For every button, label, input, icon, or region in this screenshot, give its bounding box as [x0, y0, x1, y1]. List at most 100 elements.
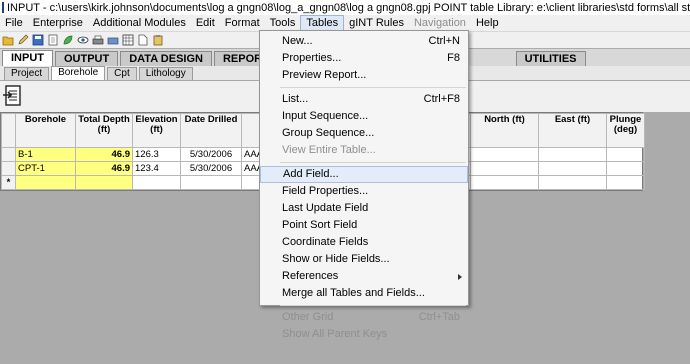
- print-icon[interactable]: [92, 34, 104, 46]
- column-header-east[interactable]: East (ft): [538, 113, 607, 148]
- save-icon[interactable]: [32, 34, 44, 46]
- cell-borehole[interactable]: B-1: [15, 147, 76, 162]
- edit-icon[interactable]: [17, 34, 29, 46]
- view-icon[interactable]: [77, 34, 89, 46]
- tab-output[interactable]: OUTPUT: [55, 51, 119, 66]
- window-title: INPUT - c:\users\kirk.johnson\documents\…: [7, 1, 690, 14]
- menu-gint-rules[interactable]: gINT Rules: [344, 15, 409, 31]
- menu-item-coordinate-fields[interactable]: Coordinate Fields: [260, 234, 468, 251]
- new-row-marker[interactable]: *: [1, 175, 16, 190]
- menu-item-shortcut: Ctrl+N: [428, 35, 460, 47]
- menu-item-list[interactable]: List... Ctrl+F8: [260, 91, 468, 108]
- open-folder-icon[interactable]: [2, 34, 14, 46]
- menu-item-label: View Entire Table...: [282, 144, 376, 156]
- menu-item-label: Group Sequence...: [282, 127, 375, 139]
- cell-north[interactable]: [470, 175, 539, 190]
- paste-icon[interactable]: [152, 34, 164, 46]
- menu-item-label: Point Sort Field: [282, 219, 358, 231]
- tab-utilities[interactable]: UTILITIES: [515, 51, 586, 66]
- submenu-arrow-icon: [458, 274, 462, 280]
- menu-separator: [280, 305, 466, 306]
- menu-item-view-entire-table[interactable]: View Entire Table...: [260, 142, 468, 159]
- menu-tools[interactable]: Tools: [265, 15, 301, 31]
- cell-date-drilled[interactable]: 5/30/2006: [180, 161, 242, 176]
- grid-icon[interactable]: [122, 34, 134, 46]
- menu-item-label: Coordinate Fields: [282, 236, 369, 248]
- subtab-cpt[interactable]: Cpt: [107, 67, 137, 80]
- cell-plunge[interactable]: [606, 147, 645, 162]
- menu-item-new[interactable]: New... Ctrl+N: [260, 33, 468, 50]
- menu-item-last-update-field[interactable]: Last Update Field: [260, 200, 468, 217]
- menu-item-other-grid[interactable]: Other Grid Ctrl+Tab: [260, 309, 468, 326]
- column-header-date-drilled[interactable]: Date Drilled: [180, 113, 242, 148]
- cell-total-depth[interactable]: [75, 175, 133, 190]
- menu-item-shortcut: Ctrl+Tab: [418, 311, 460, 323]
- cell-north[interactable]: [470, 147, 539, 162]
- menu-item-add-field[interactable]: Add Field...: [260, 166, 468, 183]
- cell-north[interactable]: [470, 161, 539, 176]
- tab-input[interactable]: INPUT: [2, 50, 53, 66]
- menu-item-label: Add Field...: [283, 168, 339, 180]
- menu-item-label: List...: [282, 93, 309, 105]
- column-header-total-depth[interactable]: Total Depth (ft): [75, 113, 133, 148]
- cell-date-drilled[interactable]: 5/30/2006: [180, 147, 242, 162]
- menu-file[interactable]: File: [0, 15, 28, 31]
- menu-item-label: Properties...: [282, 52, 342, 64]
- cell-borehole[interactable]: [15, 175, 76, 190]
- menu-item-show-all-parent-keys[interactable]: Show All Parent Keys: [260, 326, 468, 343]
- menu-item-references[interactable]: References: [260, 268, 468, 285]
- menu-format[interactable]: Format: [220, 15, 265, 31]
- row-selector-header: [1, 113, 16, 148]
- column-header-borehole[interactable]: Borehole: [15, 113, 76, 148]
- menu-item-label: Show All Parent Keys: [282, 328, 388, 340]
- cell-east[interactable]: [538, 175, 607, 190]
- menu-item-input-sequence[interactable]: Input Sequence...: [260, 108, 468, 125]
- cell-plunge[interactable]: [606, 161, 645, 176]
- menu-help[interactable]: Help: [471, 15, 504, 31]
- menu-item-label: Field Properties...: [282, 185, 369, 197]
- cell-east[interactable]: [538, 161, 607, 176]
- menu-item-merge-all[interactable]: Merge all Tables and Fields...: [260, 285, 468, 302]
- column-header-elevation[interactable]: Elevation (ft): [132, 113, 181, 148]
- menu-tables[interactable]: Tables: [300, 15, 345, 31]
- column-header-north[interactable]: North (ft): [470, 113, 539, 148]
- new-document-icon[interactable]: [137, 34, 149, 46]
- document-icon[interactable]: [47, 34, 59, 46]
- leaf-icon[interactable]: [62, 34, 74, 46]
- cell-total-depth[interactable]: 46.9: [75, 147, 133, 162]
- cell-plunge[interactable]: [606, 175, 645, 190]
- subtab-lithology[interactable]: Lithology: [138, 67, 193, 80]
- menu-separator: [280, 87, 466, 88]
- subtab-project[interactable]: Project: [4, 67, 50, 80]
- cell-east[interactable]: [538, 147, 607, 162]
- row-selector[interactable]: [1, 161, 16, 176]
- menu-item-shortcut: Ctrl+F8: [423, 93, 460, 105]
- row-selector[interactable]: [1, 147, 16, 162]
- menu-separator: [280, 162, 466, 163]
- column-header-plunge[interactable]: Plunge (deg): [606, 113, 645, 148]
- menu-item-properties[interactable]: Properties... F8: [260, 50, 468, 67]
- menu-item-point-sort-field[interactable]: Point Sort Field: [260, 217, 468, 234]
- menu-item-shortcut: F8: [447, 52, 460, 64]
- cell-borehole[interactable]: CPT-1: [15, 161, 76, 176]
- subtab-borehole[interactable]: Borehole: [51, 66, 106, 80]
- print-preview-icon[interactable]: [107, 34, 119, 46]
- menu-item-group-sequence[interactable]: Group Sequence...: [260, 125, 468, 142]
- menu-item-show-hide-fields[interactable]: Show or Hide Fields...: [260, 251, 468, 268]
- menu-item-field-properties[interactable]: Field Properties...: [260, 183, 468, 200]
- cell-elevation[interactable]: [132, 175, 181, 190]
- menu-navigation[interactable]: Navigation: [409, 15, 471, 31]
- menu-edit[interactable]: Edit: [191, 15, 220, 31]
- app-icon: [2, 2, 4, 13]
- cell-elevation[interactable]: 123.4: [132, 161, 181, 176]
- exit-table-icon[interactable]: [3, 85, 23, 107]
- menu-additional-modules[interactable]: Additional Modules: [88, 15, 191, 31]
- cell-elevation[interactable]: 126.3: [132, 147, 181, 162]
- menu-bar: File Enterprise Additional Modules Edit …: [0, 15, 690, 31]
- cell-date-drilled[interactable]: [180, 175, 242, 190]
- cell-total-depth[interactable]: 46.9: [75, 161, 133, 176]
- menu-item-preview-report[interactable]: Preview Report...: [260, 67, 468, 84]
- menu-enterprise[interactable]: Enterprise: [28, 15, 88, 31]
- tab-data-design[interactable]: DATA DESIGN: [120, 51, 212, 66]
- menu-item-label: References: [282, 270, 339, 282]
